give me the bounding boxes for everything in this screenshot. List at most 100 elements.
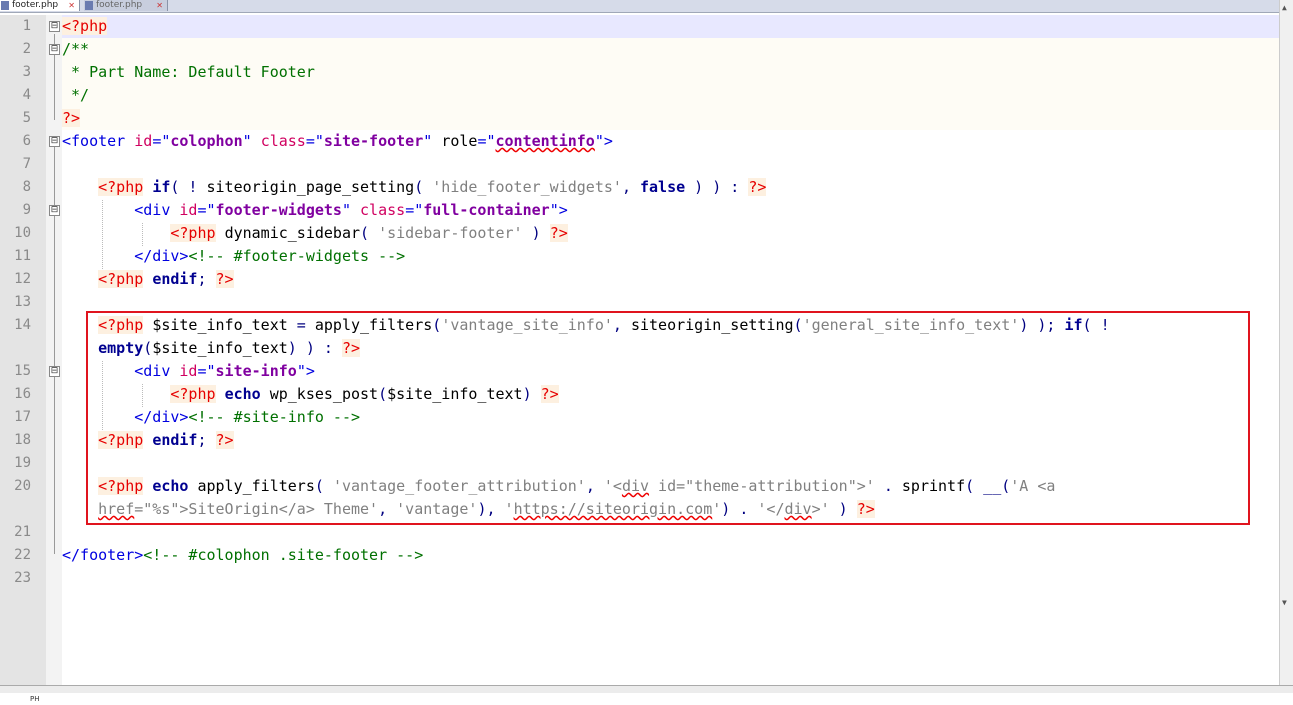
code-line: <footer id="colophon" class="site-footer… [62,130,613,153]
code-token: <?php [170,224,216,242]
fold-toggle-icon[interactable]: ⊟ [49,136,60,147]
line-number: 18 [14,432,31,448]
code-token: <div [134,201,180,219]
fold-toggle-icon[interactable]: ⊟ [49,21,60,32]
code-line: * Part Name: Default Footer [62,61,315,84]
code-token: ?> [549,224,568,242]
code-token: if [152,178,171,196]
line-number: 7 [22,156,31,172]
line-number: 9 [22,202,31,218]
tab-bar: footer.php ✕ footer.php ✕ [0,0,1293,13]
fold-toggle-icon[interactable]: ⊟ [49,44,60,55]
scroll-up-icon[interactable]: ▲ [1282,3,1287,12]
code-line: </div><!-- #footer-widgets --> [62,245,405,268]
code-token: ( ! [170,178,207,196]
code-token: , [621,178,640,196]
code-token: <!-- #colophon .site-footer --> [143,546,424,564]
code-token: full-container [423,201,550,219]
highlight-annotation-box [86,311,1250,525]
code-token: =" [197,201,216,219]
code-token: contentinfo [495,132,595,150]
line-number: 11 [14,248,31,264]
php-block-highlight [62,38,1279,130]
code-token: <?php [98,178,144,196]
tab-label: footer.php [96,0,143,10]
code-token: <footer [62,132,135,150]
code-token: ( [360,224,379,242]
code-token: ) ) : [685,178,749,196]
scroll-down-icon[interactable]: ▼ [1282,598,1287,607]
code-line: <?php [62,15,108,38]
code-line: </footer><!-- #colophon .site-footer --> [62,544,423,567]
line-number: 23 [14,570,31,586]
line-number: 19 [14,455,31,471]
code-token: 'hide_footer_widgets' [432,178,622,196]
file-icon [85,1,93,10]
code-token: " [242,132,261,150]
line-number: 6 [22,133,31,149]
line-number: 13 [14,294,31,310]
code-token: =" [152,132,171,150]
code-line: <?php endif; ?> [62,268,234,291]
line-number: 15 [14,363,31,379]
code-token: "> [549,201,568,219]
line-number: 22 [14,547,31,563]
code-token: =" [305,132,324,150]
code-token: */ [62,86,90,104]
file-icon [1,1,9,10]
fold-toggle-icon[interactable]: ⊟ [49,366,60,377]
code-token: ?> [215,270,234,288]
code-token: <!-- #footer-widgets --> [188,247,406,265]
line-number: 8 [22,179,31,195]
current-line-highlight [62,15,1279,38]
code-token: <?php [62,17,108,35]
code-line: /** [62,38,89,61]
code-token: siteorigin_page_setting [206,178,415,196]
status-text: PH [30,695,40,703]
tab-footer-php-active[interactable]: footer.php ✕ [0,0,80,11]
line-number: 5 [22,110,31,126]
code-token: role [441,132,478,150]
line-number: 17 [14,409,31,425]
code-token: id [134,132,153,150]
code-token: =" [477,132,496,150]
code-line: */ [62,84,89,107]
line-number: 16 [14,386,31,402]
tab-label: footer.php [12,0,59,10]
code-token: </footer> [62,546,144,564]
line-number: 10 [14,225,31,241]
code-line: ?> [62,107,81,130]
tab-footer-php[interactable]: footer.php ✕ [84,0,168,11]
close-icon[interactable]: ✕ [68,0,75,11]
line-number: 14 [14,317,31,333]
code-token: <?php [98,270,144,288]
line-number: 1 [22,18,31,34]
line-number: 4 [22,87,31,103]
code-line: <div id="footer-widgets" class="full-con… [62,199,568,222]
vertical-scrollbar[interactable]: ▲ ▼ [1279,0,1293,685]
line-number: 3 [22,64,31,80]
code-token: * Part Name: Default Footer [62,63,315,81]
code-token: class [260,132,306,150]
code-token: ; [197,270,216,288]
code-token: " [341,201,361,219]
code-line: <?php dynamic_sidebar( 'sidebar-footer' … [62,222,568,245]
fold-toggle-icon[interactable]: ⊟ [49,205,60,216]
code-token: false [640,178,686,196]
code-token: endif [152,270,198,288]
line-number: 21 [14,524,31,540]
code-line: <?php if( ! siteorigin_page_setting( 'hi… [62,176,767,199]
code-token: " [423,132,442,150]
code-token: dynamic_sidebar [224,224,361,242]
close-icon[interactable]: ✕ [156,0,163,11]
code-token: site-footer [323,132,424,150]
code-token: class [360,201,406,219]
